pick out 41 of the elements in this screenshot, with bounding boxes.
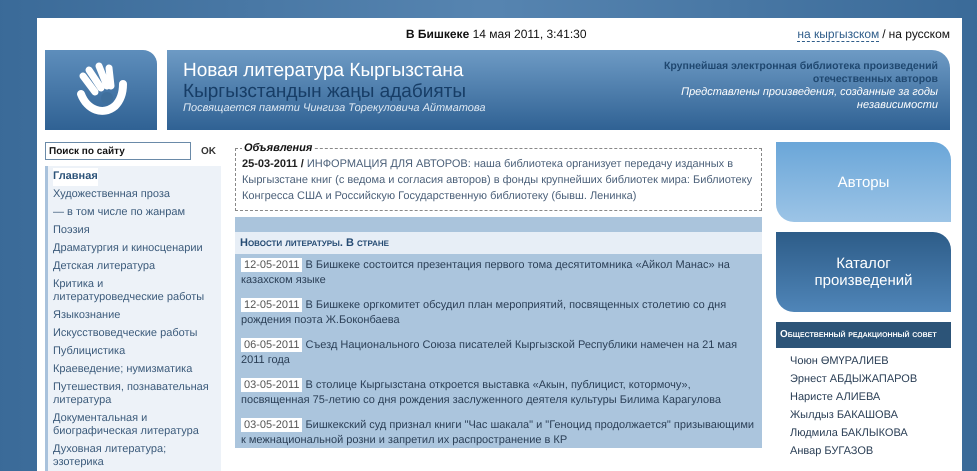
language-link[interactable]: на русском [888, 27, 950, 41]
date-time: В Бишкеке 14 мая 2011, 3:41:30 [404, 27, 588, 41]
menu-item[interactable]: Путешествия, познавательная литература [53, 379, 217, 410]
language-link[interactable]: на кыргызском [797, 26, 880, 42]
member-link[interactable]: Жылдыз БАКАШОВА [790, 408, 937, 423]
menu-item[interactable]: Главная [53, 168, 98, 186]
nav-button[interactable]: Каталог произведений [776, 232, 951, 312]
council-heading: Общественный редакционный совет [776, 322, 951, 348]
menu-item[interactable]: Духовная литература; эзотерика [53, 441, 217, 471]
menu-item[interactable]: Критика и литературоведческие работы [53, 276, 217, 307]
member-link[interactable]: Людмила БАКЛЫКОВА [790, 426, 937, 441]
menu-item[interactable]: Драматургия и киносценарии [53, 240, 203, 258]
news-item[interactable]: 06-05-2011 Съезд Национального Союза писателей Кыргызской Республики намечен на 21 мая 2011 года [241, 338, 756, 368]
announcement-text: 25-03-2011 / ИНФОРМАЦИЯ ДЛЯ АВТОРОВ: наша библиотека организует передачу изданных в Кыргызстане книг (с ведома и согласия авторов) в фонды крупнейших библиотек мира: Библиотеку Конгресса США и Российскую Государственную библиотеку (бывш. Ленинка) [242, 157, 754, 204]
separator-slash: / [882, 27, 886, 41]
site-subtitle: Кыргызстандын жаңы адабияты [183, 82, 468, 102]
news-item[interactable]: 12-05-2011 В Бишкеке состоится презентация первого тома десятитомника «Айкол Манас» на казахском языке [241, 258, 756, 288]
news-item[interactable]: 03-05-2011 В столице Кыргызстана откроется выставка «Акын, публицист, котормочу», посвященная 75-летию со дня рождения заслуженного деятеля культуры Билима Карагулова [241, 378, 756, 408]
description-text: Представлены произведения, созданные за годы независимости [680, 86, 938, 112]
tagline: Крупнейшая электронная библиотека произведений отечественных авторов [662, 60, 938, 86]
site-title: Новая литература Кыргызстана [183, 60, 464, 82]
menu-item[interactable]: — в том числе по жанрам [53, 204, 186, 222]
menu-item[interactable]: Краеведение; нумизматика [53, 361, 192, 379]
search-field[interactable]: Поиск по сайту [45, 142, 191, 160]
menu-item[interactable]: Документальная и биографическая литература [53, 410, 217, 441]
ok-button[interactable]: OK [197, 144, 220, 158]
menu-item[interactable]: Детская литература [53, 258, 156, 276]
menu-item[interactable]: Поэзия [53, 222, 90, 240]
news-heading: Новости литературы. В стране [235, 232, 762, 254]
menu-item[interactable]: Публицистика [53, 343, 126, 361]
news-item[interactable]: 12-05-2011 В Бишкеке оргкомитет обсудил план мероприятий, посвященных столетию со дня рождения поэта Ж.Боконбаева [241, 298, 756, 328]
menu-item[interactable]: Искусствоведческие работы [53, 325, 198, 343]
member-link[interactable]: Чоюн ӨМҮРАЛИЕВ [790, 354, 937, 369]
member-link[interactable]: Эрнест АБДЫЖАПАРОВ [790, 372, 937, 387]
member-link[interactable]: Анвар БУГАЗОВ [790, 444, 937, 459]
member-link[interactable]: Наристе АЛИЕВА [790, 390, 937, 405]
menu-item[interactable]: Языкознание [53, 307, 120, 325]
dedication-text: Посвящается памяти Чингиза Торекуловича Айтматова [183, 102, 486, 114]
news-item[interactable]: 03-05-2011 Бишкекский суд признал книги "Час шакала" и "Геноцид продолжается" призывающими к межнациональной розни и запретил их распространение в КР [241, 418, 756, 448]
menu-item[interactable]: Художественная проза [53, 186, 170, 204]
announcement-title: Объявления [243, 142, 314, 154]
